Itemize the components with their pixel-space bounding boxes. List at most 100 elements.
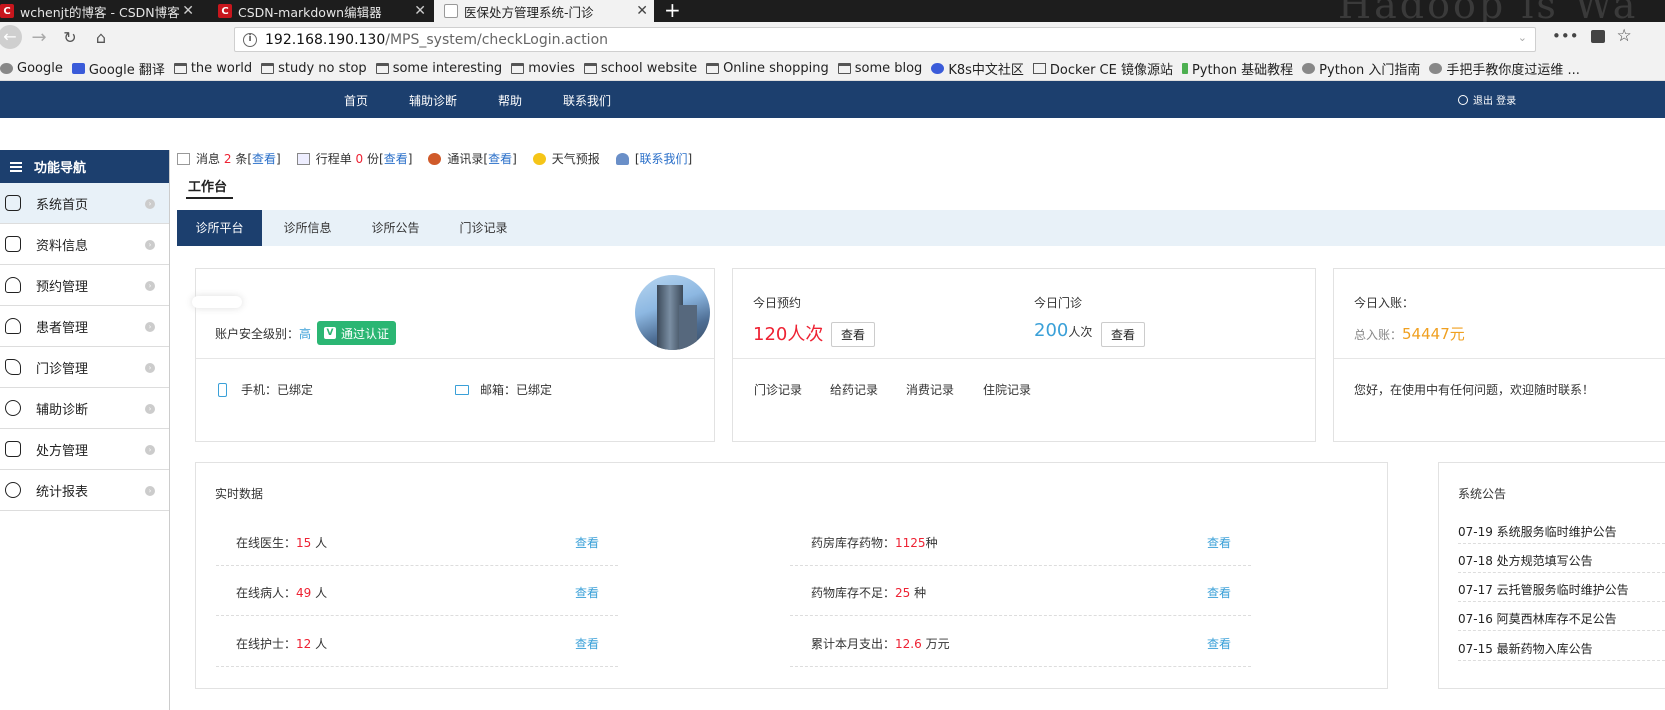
view-low-stock[interactable]: 查看: [1207, 584, 1231, 601]
prescription-icon: [5, 441, 21, 457]
messages-view-link[interactable]: 查看: [252, 150, 276, 167]
nav-contact[interactable]: 联系我们: [563, 92, 611, 109]
nav-home[interactable]: 首页: [344, 92, 368, 109]
close-icon[interactable]: ✕: [414, 3, 426, 19]
back-icon[interactable]: ←: [0, 25, 22, 49]
home-icon: [5, 195, 21, 211]
bookmark-online-shopping[interactable]: Online shopping: [706, 61, 829, 76]
logout-button[interactable]: 退出 登录: [1458, 92, 1516, 107]
nav-assist-diagnosis[interactable]: 辅助诊断: [409, 92, 457, 109]
folder-icon: [706, 63, 720, 74]
contacts-icon: [428, 152, 442, 165]
nav-help[interactable]: 帮助: [498, 92, 522, 109]
divider: [1458, 543, 1665, 544]
today-card: [732, 268, 1316, 442]
clinic-count: 200: [1034, 320, 1069, 341]
bookmark-google-translate[interactable]: Google 翻译: [71, 59, 165, 78]
more-icon[interactable]: •••: [1552, 27, 1579, 45]
stat-unit: 种: [925, 536, 938, 550]
monthly-expense: 累计本月支出：12.6 万元: [811, 635, 950, 652]
avatar[interactable]: [635, 275, 710, 350]
logout-label: 退出 登录: [1473, 96, 1517, 107]
bookmark-the-world[interactable]: the world: [173, 61, 252, 76]
link-expense-records[interactable]: 消费记录: [906, 381, 954, 398]
sidebar-item-profile[interactable]: 资料信息 ›: [0, 224, 169, 265]
stat-label: 在线病人：: [236, 586, 297, 600]
stat-value: 1125: [895, 536, 926, 550]
chevron-right-icon: ›: [145, 363, 155, 373]
info-icon[interactable]: i: [243, 32, 257, 47]
home-icon[interactable]: ⌂: [88, 28, 114, 47]
tab-clinic-info[interactable]: 诊所信息: [265, 210, 350, 246]
bookmark-python-basic[interactable]: Python 基础教程: [1181, 59, 1293, 78]
pocket-icon[interactable]: [1590, 29, 1605, 43]
folder-icon: [375, 63, 389, 74]
weather-item[interactable]: 天气预报: [532, 150, 600, 167]
bookmark-study-no-stop[interactable]: study no stop: [261, 61, 367, 76]
view-clinic-button[interactable]: 查看: [1101, 322, 1146, 347]
forward-icon[interactable]: →: [26, 27, 52, 48]
stat-label: 药房库存药物：: [811, 536, 896, 550]
clinic-unit: 人次: [1068, 325, 1093, 339]
stat-value: 12: [296, 637, 312, 651]
announcement-item[interactable]: 07-18 处方规范填写公告: [1458, 552, 1593, 569]
link-inpatient-records[interactable]: 住院记录: [983, 381, 1031, 398]
bookmark-google[interactable]: Google: [0, 61, 63, 76]
view-online-doctors[interactable]: 查看: [575, 534, 599, 551]
sidebar-item-home[interactable]: 系统首页 ›: [0, 183, 169, 224]
bookmark-k8s[interactable]: K8s中文社区: [931, 59, 1024, 78]
url-bar[interactable]: i 192.168.190.130 /MPS_system/checkLogin…: [234, 27, 1536, 52]
chevron-down-icon[interactable]: ⌄: [1518, 31, 1527, 44]
bookmark-label: Google 翻译: [88, 63, 165, 78]
verified-badge: V 通过认证: [317, 321, 397, 345]
link-outpatient-records[interactable]: 门诊记录: [754, 381, 802, 398]
tab-outpatient-records[interactable]: 门诊记录: [441, 210, 526, 246]
close-icon[interactable]: ✕: [182, 3, 194, 19]
contacts-view-link[interactable]: 查看: [488, 150, 512, 167]
sidebar-item-clinic[interactable]: 门诊管理 ›: [0, 347, 169, 388]
bookmark-ops[interactable]: 手把手教你度过运维 ...: [1429, 59, 1580, 78]
tab-clinic-platform[interactable]: 诊所平台: [177, 210, 262, 246]
view-monthly-expense[interactable]: 查看: [1207, 635, 1231, 652]
announcement-item[interactable]: 07-15 最新药物入库公告: [1458, 640, 1593, 657]
star-icon[interactable]: ☆: [1617, 26, 1632, 46]
bookmark-movies[interactable]: movies: [511, 61, 575, 76]
view-online-nurses[interactable]: 查看: [575, 635, 599, 652]
stat-unit: 种: [914, 586, 927, 600]
bookmark-python-guide[interactable]: Python 入门指南: [1302, 59, 1420, 78]
bookmark-docker[interactable]: Docker CE 镜像源站: [1032, 59, 1173, 78]
messages-unit: 条[: [235, 152, 252, 166]
clock-icon: [5, 482, 21, 498]
sidebar-item-reports[interactable]: 统计报表 ›: [0, 470, 169, 511]
contact-us-link[interactable]: 联系我们: [640, 150, 688, 167]
page-icon: [444, 4, 458, 18]
sidebar-item-assist[interactable]: 辅助诊断 ›: [0, 388, 169, 429]
bookmark-some-blog[interactable]: some blog: [837, 61, 922, 76]
browser-tab-3[interactable]: 医保处方管理系统-门诊 ✕: [434, 0, 654, 22]
phone-icon: [5, 277, 21, 293]
link-medication-records[interactable]: 给药记录: [830, 381, 878, 398]
online-nurses: 在线护士：12 人: [236, 635, 327, 652]
view-pharmacy-stock[interactable]: 查看: [1207, 534, 1231, 551]
view-appointments-button[interactable]: 查看: [831, 322, 876, 347]
announcement-item[interactable]: 07-17 云托管服务临时维护公告: [1458, 581, 1629, 598]
sidebar-item-prescription[interactable]: 处方管理 ›: [0, 429, 169, 470]
sidebar-item-label: 门诊管理: [36, 361, 89, 377]
browser-tab-1[interactable]: C wchenjt的博客 - CSDN博客 ✕: [0, 0, 200, 22]
sidebar-item-appointments[interactable]: 预约管理 ›: [0, 265, 169, 306]
divider: [790, 666, 1251, 667]
announcement-item[interactable]: 07-16 阿莫西林库存不足公告: [1458, 610, 1617, 627]
new-tab-button[interactable]: +: [664, 0, 681, 22]
sidebar-item-patients[interactable]: 患者管理 ›: [0, 306, 169, 347]
bookmark-school-website[interactable]: school website: [583, 61, 697, 76]
tab-clinic-notice[interactable]: 诊所公告: [353, 210, 438, 246]
patient-icon: [5, 318, 21, 334]
announcement-item[interactable]: 07-19 系统服务临时维护公告: [1458, 523, 1617, 540]
view-online-patients[interactable]: 查看: [575, 584, 599, 601]
close-icon[interactable]: ✕: [636, 3, 648, 19]
browser-tab-2[interactable]: C CSDN-markdown编辑器 ✕: [212, 0, 432, 22]
today-income-label: 今日入账：: [1354, 296, 1415, 310]
bookmark-some-interesting[interactable]: some interesting: [375, 61, 502, 76]
reload-icon[interactable]: ↻: [57, 28, 83, 47]
trips-view-link[interactable]: 查看: [384, 150, 408, 167]
